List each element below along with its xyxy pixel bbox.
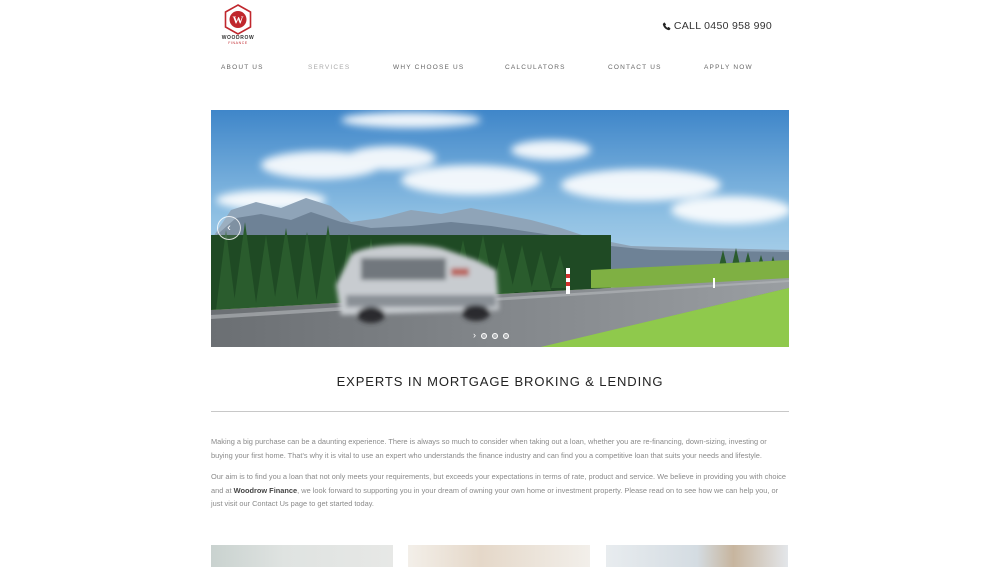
nav-about-us[interactable]: ABOUT US [221,64,264,71]
intro-paragraph: Making a big purchase can be a daunting … [211,437,767,460]
aim-text-2: , we look forward to supporting you in y… [211,485,779,509]
nav-why-choose-us[interactable]: WHY CHOOSE US [393,64,464,71]
nav-contact-us[interactable]: CONTACT US [608,64,662,71]
chevron-right-icon[interactable]: › [473,331,476,340]
feature-card-2[interactable] [408,545,590,567]
feature-card-1[interactable] [211,545,393,567]
nav-apply-now[interactable]: APPLY NOW [704,64,753,71]
hero-slider[interactable]: ‹ › [211,110,789,347]
logo[interactable]: W WOODROW FINANCE [219,4,257,45]
nav-calculators[interactable]: CALCULATORS [505,64,566,71]
logo-subtitle: FINANCE [228,41,248,45]
feature-card-3[interactable] [606,545,788,567]
phone-icon [662,22,671,30]
logo-hexagon-icon: W [224,4,252,35]
aim-paragraph: Our aim is to find you a loan that not o… [211,470,789,511]
phone-link[interactable]: CALL 0450 958 990 [662,20,772,32]
page-heading: EXPERTS IN MORTGAGE BROKING & LENDING [336,374,664,389]
divider [211,411,789,412]
nav-services[interactable]: SERVICES [308,64,350,71]
brand-name-bold: Woodrow Finance [233,485,298,495]
slider-pager: › [473,331,509,340]
slider-dot-1[interactable] [481,332,487,339]
main-nav: ABOUT US SERVICES WHY CHOOSE US CALCULAT… [211,64,789,76]
chevron-left-icon: ‹ [227,222,231,234]
phone-number: CALL 0450 958 990 [673,20,772,32]
slider-prev-button[interactable]: ‹ [217,216,241,240]
svg-text:W: W [233,15,244,27]
slider-dot-3[interactable] [503,332,509,339]
slider-dot-2[interactable] [492,332,498,339]
hero-image [211,110,789,347]
